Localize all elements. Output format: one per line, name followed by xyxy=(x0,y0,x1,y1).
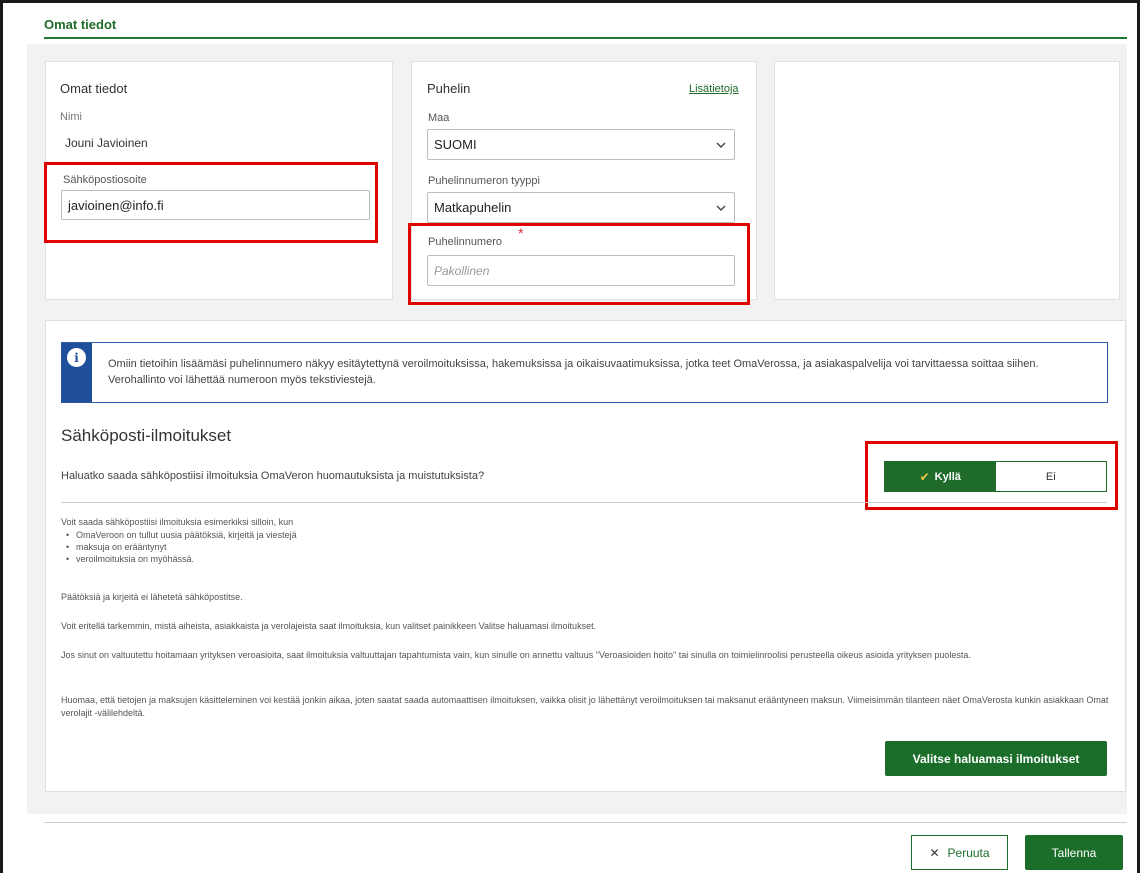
country-select[interactable]: SUOMI xyxy=(427,129,735,160)
cancel-label: Peruuta xyxy=(947,845,990,860)
tab-omat-tiedot[interactable]: Omat tiedot xyxy=(44,17,116,32)
info-box: i Omiin tietoihin lisäämäsi puhelinnumer… xyxy=(61,342,1108,403)
toggle-highlight xyxy=(865,441,1118,510)
country-label: Maa xyxy=(428,112,450,124)
chevron-down-icon xyxy=(716,142,726,148)
choose-notifications-button[interactable]: Valitse haluamasi ilmoitukset xyxy=(885,741,1107,776)
notifications-intro: Voit saada sähköpostiisi ilmoituksia esi… xyxy=(61,517,294,527)
save-button[interactable]: Tallenna xyxy=(1025,835,1123,870)
notifications-heading: Sähköposti-ilmoitukset xyxy=(61,426,232,445)
list-item: • maksuja on erääntynyt xyxy=(66,542,167,552)
list-item: • OmaVeroon on tullut uusia päätöksiä, ki… xyxy=(66,530,297,540)
info-text: Omiin tietoihin lisäämäsi puhelinnumero … xyxy=(108,358,1039,386)
email-highlight xyxy=(44,162,378,243)
personal-card-title: Omat tiedot xyxy=(60,81,128,96)
cancel-button[interactable]: ✕ Peruuta xyxy=(911,835,1008,870)
country-value: SUOMI xyxy=(434,137,477,152)
close-icon: ✕ xyxy=(929,845,940,860)
paragraph-delay: Huomaa, että tietojen ja maksujen käsitt… xyxy=(61,695,1109,718)
empty-card xyxy=(774,61,1120,300)
phone-type-label: Puhelinnumeron tyyppi xyxy=(428,175,540,187)
list-item: • veroilmoituksia on myöhässä. xyxy=(66,554,195,564)
phone-type-value: Matkapuhelin xyxy=(434,200,512,215)
phone-type-select[interactable]: Matkapuhelin xyxy=(427,192,735,223)
tab-underline xyxy=(44,37,1127,39)
section-divider xyxy=(61,502,1107,503)
paragraph-filter: Voit eritellä tarkemmin, mistä aiheista,… xyxy=(61,621,597,631)
chevron-down-icon xyxy=(716,205,726,211)
footer-divider xyxy=(44,822,1127,823)
info-icon-bar: i xyxy=(62,343,92,402)
name-label: Nimi xyxy=(60,111,82,123)
phone-card-title: Puhelin xyxy=(427,81,471,96)
notifications-bullet-list: • OmaVeroon on tullut uusia päätöksiä, ki… xyxy=(61,529,297,565)
paragraph-letters: Päätöksiä ja kirjeitä ei lähetetä sähköp… xyxy=(61,592,243,602)
info-icon: i xyxy=(67,348,86,367)
more-info-link[interactable]: Lisätietoja xyxy=(689,83,739,95)
name-value: Jouni Javioinen xyxy=(65,136,148,150)
notifications-question: Haluatko saada sähköpostiisi ilmoituksia… xyxy=(61,470,485,482)
phone-number-highlight xyxy=(408,223,750,305)
paragraph-authorization: Jos sinut on valtuutettu hoitamaan yrity… xyxy=(61,650,971,660)
